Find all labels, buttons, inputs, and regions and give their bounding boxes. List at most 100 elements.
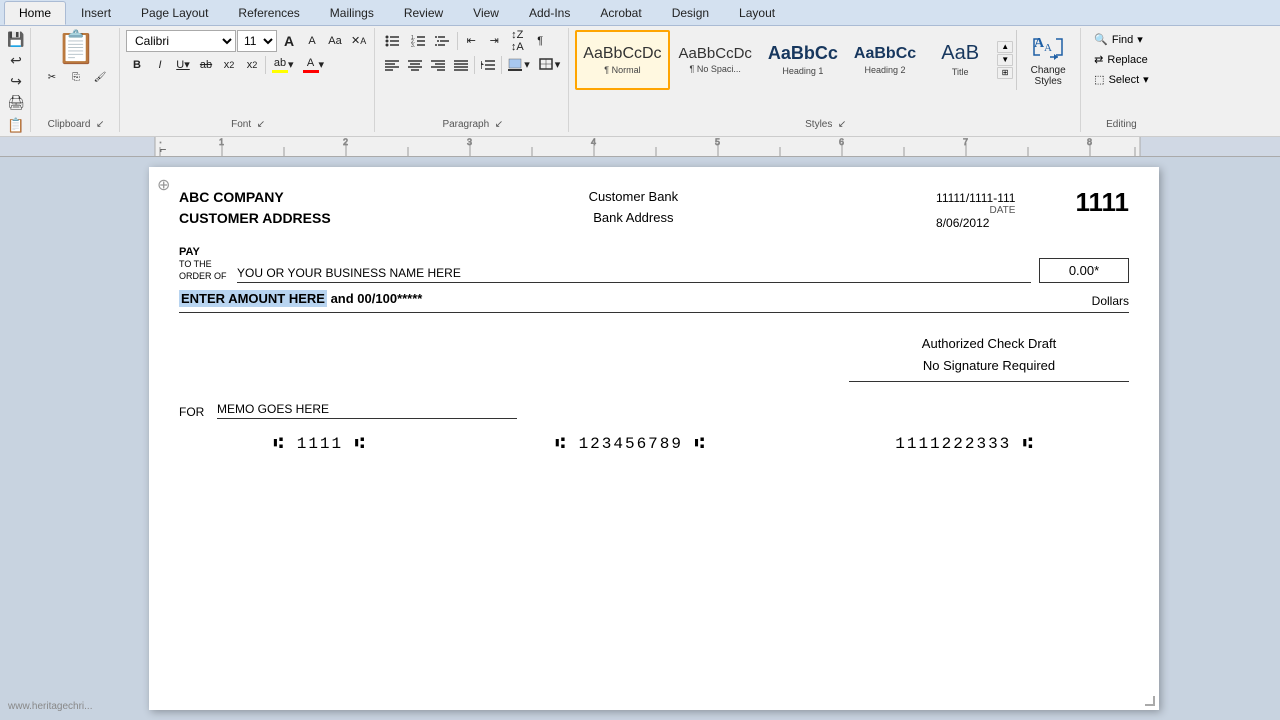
content-row: ⊕ ABC COMPANY CUSTOMER ADDRESS Customer …	[0, 157, 1280, 720]
memo-line: MEMO GOES HERE	[217, 402, 517, 419]
style-heading1-preview: AaBbCc	[768, 43, 838, 64]
undo-icon[interactable]: ↩	[6, 51, 26, 70]
redo-icon[interactable]: ↪	[6, 72, 26, 91]
tab-references[interactable]: References	[223, 1, 314, 25]
style-title-label: Title	[952, 67, 969, 77]
clipboard-section: 📋 ✂ ⎘ 🖌 Clipboard ↙	[33, 28, 120, 132]
paragraph-label: Paragraph ↙	[381, 117, 564, 130]
justify-btn[interactable]	[450, 54, 472, 76]
line-spacing-btn[interactable]	[477, 54, 499, 76]
font-color-btn[interactable]: A▾	[299, 54, 329, 76]
sort-btn[interactable]: ↕Z↕A	[506, 30, 528, 52]
authorized-text: Authorized Check Draft No Signature Requ…	[849, 333, 1129, 377]
tab-view[interactable]: View	[458, 1, 514, 25]
tab-page-layout[interactable]: Page Layout	[126, 1, 223, 25]
subscript-btn[interactable]: x2	[218, 54, 240, 76]
clear-format-btn[interactable]: ✕A	[347, 30, 370, 52]
svg-text:1: 1	[219, 137, 224, 147]
svg-text:⌐: ⌐	[160, 144, 166, 156]
amount-words-row: ENTER AMOUNT HERE and 00/100***** Dollar…	[179, 291, 1129, 313]
style-nospace-btn[interactable]: AaBbCcDc ¶ No Spaci...	[672, 30, 759, 90]
ruler-svg: · 1 2 3 4 5 6 7 8 ⌐	[0, 137, 1280, 157]
multilevel-btn[interactable]	[431, 30, 455, 52]
style-title-preview: AaB	[941, 42, 979, 65]
tab-addins[interactable]: Add-Ins	[514, 1, 585, 25]
style-title-btn[interactable]: AaB Title	[925, 30, 995, 90]
paragraph-section: 1.2.3. ⇤ ⇥ ↕Z↕A ¶	[377, 28, 569, 132]
format-painter-btn[interactable]: 🖌	[89, 67, 111, 89]
date-label: DATE	[936, 205, 1015, 216]
styles-label: Styles ↙	[575, 117, 1076, 130]
increase-indent-btn[interactable]: ⇥	[483, 30, 505, 52]
shading-btn[interactable]: ▾	[504, 54, 534, 76]
ribbon-tab-bar: Home Insert Page Layout References Maili…	[0, 0, 1280, 26]
align-right-btn[interactable]	[427, 54, 449, 76]
tab-review[interactable]: Review	[389, 1, 458, 25]
ribbon-body: 💾 ↩ ↪ 🖨 📋 📋 ✂ ⎘ 🖌 Clipboard ↙ Calibri	[0, 26, 1280, 137]
style-heading1-btn[interactable]: AaBbCc Heading 1	[761, 30, 845, 90]
gallery-scroll: ▲ ▼ ⊞	[997, 41, 1013, 79]
tab-design[interactable]: Design	[657, 1, 724, 25]
font-shrink-btn[interactable]: A	[301, 30, 323, 52]
bold-btn[interactable]: B	[126, 54, 148, 76]
print-icon[interactable]: 🖨	[6, 93, 26, 112]
micr-center: ⑆ 123456789 ⑆	[555, 435, 706, 453]
align-center-btn[interactable]	[404, 54, 426, 76]
numbering-btn[interactable]: 1.2.3.	[406, 30, 430, 52]
strikethrough-btn[interactable]: ab	[195, 54, 217, 76]
font-size-select[interactable]: 11	[237, 30, 277, 52]
style-nospace-label: ¶ No Spaci...	[690, 64, 741, 74]
gallery-scroll-up[interactable]: ▲	[997, 41, 1013, 53]
resize-corner[interactable]	[1145, 696, 1155, 706]
amount-rest: and 00/100*****	[327, 291, 422, 306]
font-name-select[interactable]: Calibri	[126, 30, 236, 52]
style-heading2-btn[interactable]: AaBbCc Heading 2	[847, 30, 923, 90]
change-styles-btn[interactable]: A A Change Styles	[1020, 30, 1076, 90]
find-icon: 🔍	[1094, 33, 1108, 46]
style-normal-label: ¶ Normal	[604, 65, 640, 75]
replace-btn[interactable]: ⇄ Replace	[1087, 50, 1156, 70]
replace-icon: ⇄	[1094, 53, 1103, 66]
save-icon[interactable]: 💾	[6, 30, 26, 49]
show-marks-btn[interactable]: ¶	[529, 30, 551, 52]
tab-home[interactable]: Home	[4, 1, 66, 25]
change-case-btn[interactable]: Aa	[324, 30, 346, 52]
underline-btn[interactable]: U▾	[172, 54, 194, 76]
payee-line: YOU OR YOUR BUSINESS NAME HERE	[237, 263, 1031, 283]
svg-text:7: 7	[963, 137, 968, 147]
signature-area: Authorized Check Draft No Signature Requ…	[179, 333, 1129, 382]
gallery-scroll-down[interactable]: ▼	[997, 54, 1013, 66]
clipboard-label: Clipboard ↙	[48, 117, 105, 130]
tab-acrobat[interactable]: Acrobat	[585, 1, 656, 25]
find-btn[interactable]: 🔍 Find▾	[1087, 30, 1156, 50]
amount-box: 0.00*	[1039, 258, 1129, 283]
italic-btn[interactable]: I	[149, 54, 171, 76]
watermark: www.heritagechri...	[8, 701, 92, 712]
paste-large-icon[interactable]: 📋	[56, 30, 96, 65]
bank-name: Customer Bank	[589, 187, 679, 208]
style-normal-btn[interactable]: AaBbCcDc ¶ Normal	[575, 30, 669, 90]
select-btn[interactable]: ⬚ Select▾	[1087, 70, 1156, 90]
cut-btn[interactable]: ✂	[41, 67, 63, 89]
font-grow-btn[interactable]: A	[278, 30, 300, 52]
change-styles-icon: A A	[1032, 33, 1064, 65]
tab-layout[interactable]: Layout	[724, 1, 790, 25]
paste-icon[interactable]: 📋	[6, 116, 26, 135]
quick-access-toolbar: 💾 ↩ ↪ 🖨 📋	[4, 28, 31, 132]
tab-mailings[interactable]: Mailings	[315, 1, 389, 25]
table-move-handle[interactable]: ⊕	[157, 175, 170, 195]
decrease-indent-btn[interactable]: ⇤	[460, 30, 482, 52]
memo-row: FOR MEMO GOES HERE	[179, 402, 1129, 423]
align-left-btn[interactable]	[381, 54, 403, 76]
bullets-btn[interactable]	[381, 30, 405, 52]
borders-btn[interactable]: ▾	[535, 54, 565, 76]
left-margin	[0, 157, 28, 720]
micr-right: 1111222333 ⑆	[895, 435, 1034, 453]
gallery-scroll-more[interactable]: ⊞	[997, 67, 1013, 79]
amount-highlighted: ENTER AMOUNT HERE	[179, 290, 327, 307]
superscript-btn[interactable]: x2	[241, 54, 263, 76]
micr-left: ⑆ 1111 ⑆	[274, 435, 367, 453]
copy-btn[interactable]: ⎘	[65, 67, 87, 89]
tab-insert[interactable]: Insert	[66, 1, 126, 25]
highlight-btn[interactable]: ab▾	[268, 54, 298, 76]
